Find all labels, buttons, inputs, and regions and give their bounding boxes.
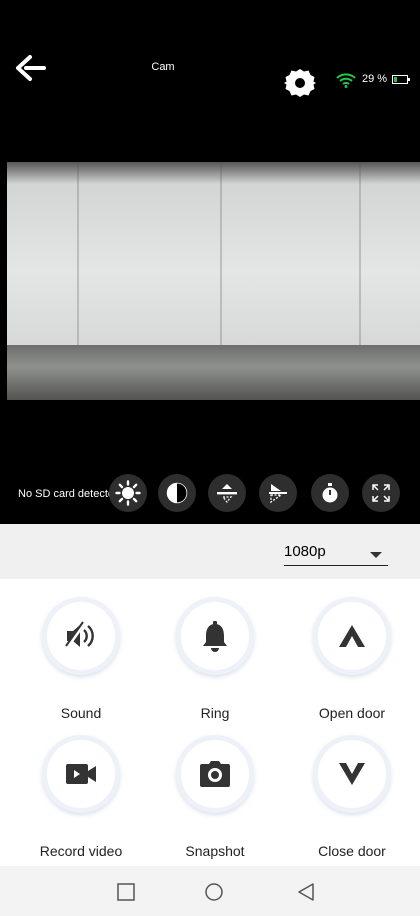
circle-icon [205,883,223,901]
ring-label: Ring [200,705,230,721]
page-title: Cam [151,61,175,73]
fullscreen-button[interactable] [362,474,400,512]
chevron-up-icon [339,625,365,647]
video-camera-icon [66,764,96,784]
fullscreen-icon [372,484,390,502]
close-door-button-circle[interactable] [313,735,391,813]
resolution-value: 1080p [284,543,326,560]
triangle-back-icon [298,883,314,901]
camera-view-area: Cam 29 % No SD card detecte [0,0,420,524]
live-video-feed[interactable] [7,162,420,400]
resolution-dropdown[interactable]: 1080p [284,543,388,566]
battery-percentage: 29 % [362,73,388,85]
snapshot-button-circle[interactable] [176,735,254,813]
timer-icon [322,483,338,503]
battery-level-fill [394,77,398,82]
recents-button[interactable] [116,882,136,902]
brightness-button[interactable] [109,474,147,512]
gear-icon [284,69,316,97]
timer-button[interactable] [311,474,349,512]
system-navigation-bar [0,866,420,916]
flip-horizontal-icon [269,484,287,504]
record-video-label: Record video [39,843,123,859]
sound-label: Sound [60,705,102,721]
video-floor [7,345,420,400]
wifi-icon [336,72,356,88]
home-button[interactable] [204,882,224,902]
contrast-button[interactable] [158,474,196,512]
sound-button-circle[interactable] [42,597,120,675]
snapshot-label: Snapshot [185,843,245,859]
speaker-muted-icon [65,621,94,649]
chevron-down-icon [370,552,382,558]
record-video-button-circle[interactable] [42,735,120,813]
close-door-label: Close door [318,843,386,859]
sd-card-status: No SD card detecte [18,488,114,500]
ring-button-circle[interactable] [176,597,254,675]
system-back-button[interactable] [296,882,316,902]
flip-vertical-button[interactable] [208,474,246,512]
sun-icon [115,480,141,506]
mirror-button[interactable] [259,474,297,512]
settings-button[interactable] [283,66,317,100]
bell-icon [203,621,227,652]
battery-icon [392,75,410,84]
chevron-down-icon [339,763,365,785]
square-icon [117,883,135,901]
open-door-button-circle[interactable] [313,597,391,675]
flip-vertical-icon [217,484,237,504]
contrast-icon [166,482,188,504]
camera-icon [200,761,230,787]
open-door-label: Open door [318,705,386,721]
